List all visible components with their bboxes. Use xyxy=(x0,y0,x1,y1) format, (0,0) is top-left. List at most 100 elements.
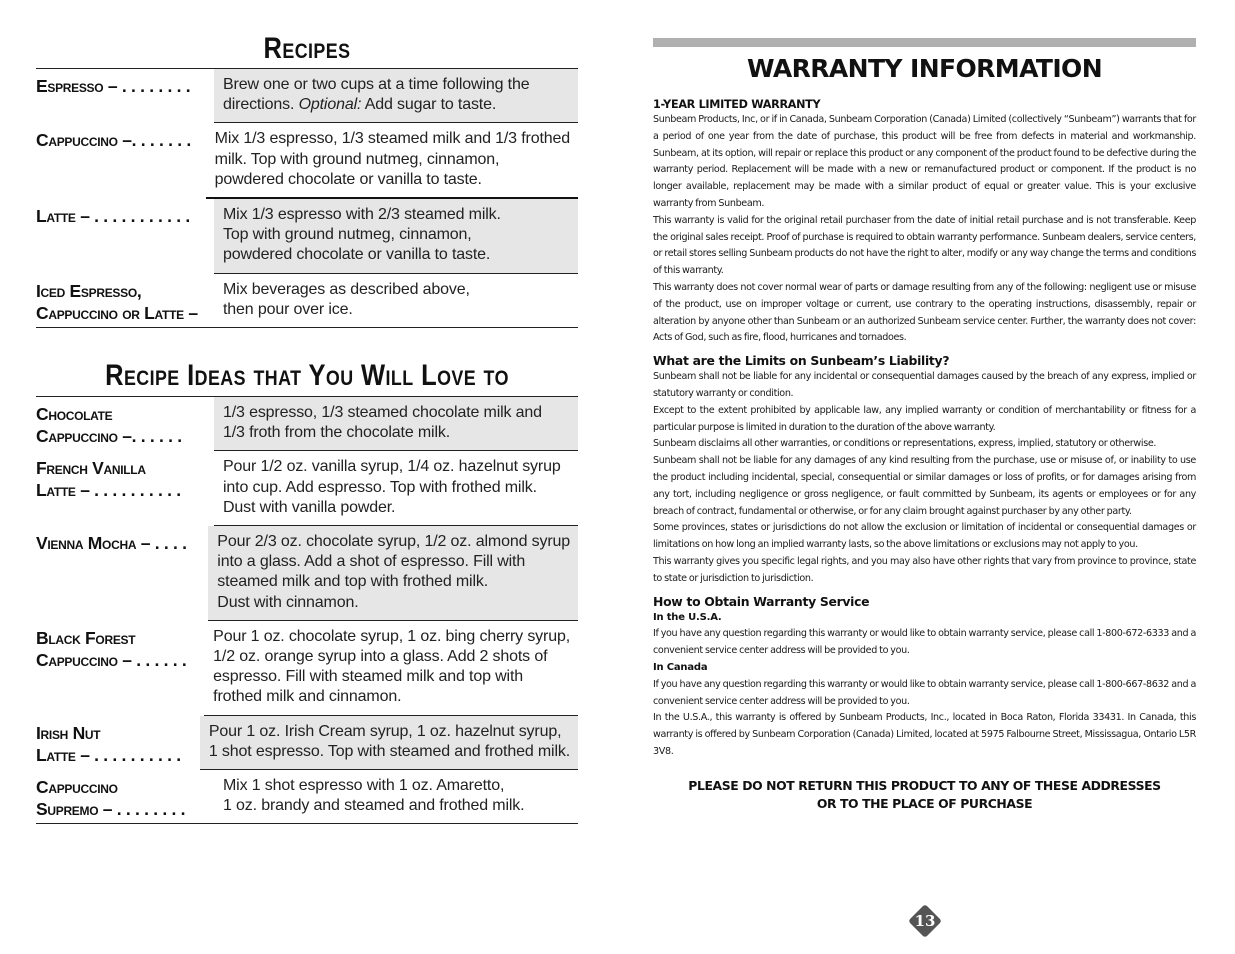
recipe-description: Pour 1 oz. chocolate syrup, 1 oz. bing c… xyxy=(204,621,578,716)
recipe-description-line: Pour 1 oz. Irish Cream syrup, 1 oz. haze… xyxy=(208,722,562,740)
recipes-table: Espresso – . . . . . . . . Brew one or tw… xyxy=(36,68,578,329)
recipe-description-line: Pour 2/3 oz. chocolate syrup, 1/2 oz. al… xyxy=(217,533,570,551)
recipe-description-line: Mix 1/3 espresso, 1/3 steamed milk and 1… xyxy=(214,130,571,148)
recipe-ideas-table: Chocolate Cappuccino –. . . . . . 1/3 espr… xyxy=(36,396,578,825)
recipe-name-line: Chocolate xyxy=(36,404,113,425)
recipe-row: Espresso – . . . . . . . . Brew one or tw… xyxy=(36,69,578,124)
recipe-description-line: Top with ground nutmeg, cinnamon, xyxy=(223,226,472,244)
recipe-description: 1/3 espresso, 1/3 steamed chocolate milk… xyxy=(214,397,578,452)
recipe-name: Vienna Mocha – . . . . xyxy=(36,526,208,621)
recipe-name-line: Black Forest xyxy=(36,627,136,648)
recipe-description-line: Pour 1/2 oz. vanilla syrup, 1/4 oz. haze… xyxy=(223,458,561,476)
recipe-description-line: 1 shot espresso. Top with steamed and fr… xyxy=(208,742,570,760)
liability-heading: What are the Limits on Sunbeam’s Liabili… xyxy=(653,353,950,369)
recipe-name-line: Latte – . . . . . . . . . . xyxy=(36,744,181,765)
return-notice: PLEASE DO NOT RETURN THIS PRODUCT TO ANY… xyxy=(653,777,1196,813)
recipe-description: Mix 1/3 espresso with 2/3 steamed milk. T… xyxy=(214,199,578,274)
recipe-description-line: powdered chocolate or vanilla to taste. xyxy=(223,246,491,264)
recipe-description-line: Mix 1/3 espresso with 2/3 steamed milk. xyxy=(223,206,501,224)
recipe-row: Black Forest Cappuccino – . . . . . . Pour… xyxy=(36,621,578,716)
recipe-description: Mix beverages as described above, then po… xyxy=(214,274,578,327)
warranty-paragraph: This warranty gives you specific legal r… xyxy=(653,555,1196,584)
recipe-description-line: Dust with cinnamon. xyxy=(217,593,359,611)
recipe-name: Chocolate Cappuccino –. . . . . . xyxy=(36,397,214,451)
recipe-description-line: steamed milk and top with frothed milk. xyxy=(217,573,489,591)
recipe-name: Iced Espresso, Cappuccino or Latte – xyxy=(36,274,214,327)
recipe-name-line: Cappuccino –. . . . . . xyxy=(36,426,182,447)
recipe-name: Cappuccino Supremo – . . . . . . . . xyxy=(36,770,214,823)
recipes-page: Recipes Espresso – . . . . . . . . Brew o… xyxy=(36,30,578,825)
recipe-name-line: French Vanilla xyxy=(36,458,146,479)
recipe-name: French Vanilla Latte – . . . . . . . . . … xyxy=(36,451,214,526)
recipe-description: Pour 1/2 oz. vanilla syrup, 1/4 oz. haze… xyxy=(214,451,578,527)
recipe-row: Cappuccino Supremo – . . . . . . . . Mix 1… xyxy=(36,770,578,825)
recipe-description-line: frothed milk and cinnamon. xyxy=(213,688,402,706)
limited-warranty-heading: 1-YEAR LIMITED WARRANTY xyxy=(653,98,821,111)
warranty-paragraph: Sunbeam Products, Inc, or if in Canada, … xyxy=(653,114,1196,209)
recipe-name: Cappuccino –. . . . . . . xyxy=(36,123,206,199)
recipe-name: Espresso – . . . . . . . . xyxy=(36,69,214,123)
recipes-title: Recipes xyxy=(263,32,351,65)
recipe-row: Vienna Mocha – . . . . Pour 2/3 oz. choco… xyxy=(36,526,578,621)
recipe-description-line: Dust with vanilla powder. xyxy=(223,498,396,516)
recipe-name: Black Forest Cappuccino – . . . . . . xyxy=(36,621,204,716)
warranty-title: WARRANTY INFORMATION xyxy=(746,54,1103,83)
recipe-row: Latte – . . . . . . . . . . . Mix 1/3 esp… xyxy=(36,199,578,274)
page-number-badge: 13 xyxy=(908,904,942,938)
recipe-name-line: Vienna Mocha – . . . . xyxy=(36,533,187,554)
recipe-name-line: Cappuccino xyxy=(36,777,118,798)
warranty-paragraph: Sunbeam shall not be liable for any dama… xyxy=(653,455,1196,517)
recipe-row: Irish Nut Latte – . . . . . . . . . . Pour… xyxy=(36,715,578,771)
canada-paragraph: If you have any question regarding this … xyxy=(653,678,1196,707)
recipe-description-line: 1 oz. brandy and steamed and frothed mil… xyxy=(223,797,525,815)
recipe-name: Latte – . . . . . . . . . . . xyxy=(36,199,214,274)
recipe-description-line: milk. Top with ground nutmeg, cinnamon, xyxy=(214,150,500,168)
recipe-description-line: 1/3 espresso, 1/3 steamed chocolate milk… xyxy=(223,404,542,422)
recipe-description-line: Brew one or two cups at a time following… xyxy=(223,76,530,93)
return-notice-line: PLEASE DO NOT RETURN THIS PRODUCT TO ANY… xyxy=(688,777,1161,793)
usa-paragraph: If you have any question regarding this … xyxy=(653,628,1196,657)
recipe-description-line: Mix 1 shot espresso with 1 oz. Amaretto, xyxy=(223,777,505,795)
offered-by-paragraph: In the U.S.A., this warranty is offered … xyxy=(653,712,1196,757)
warranty-paragraph: Sunbeam shall not be liable for any inci… xyxy=(653,371,1196,399)
recipe-name-line: Cappuccino – . . . . . . xyxy=(36,649,187,670)
recipe-row: Chocolate Cappuccino –. . . . . . 1/3 espr… xyxy=(36,397,578,452)
recipe-description: Mix 1 shot espresso with 1 oz. Amaretto,… xyxy=(214,770,578,823)
warranty-page: WARRANTY INFORMATION 1-YEAR LIMITED WARR… xyxy=(653,38,1196,813)
limited-warranty-body: Sunbeam Products, Inc, or if in Canada, … xyxy=(653,112,1196,347)
recipe-description: Pour 2/3 oz. chocolate syrup, 1/2 oz. al… xyxy=(208,526,578,621)
recipe-description-line: powdered chocolate or vanilla to taste. xyxy=(214,170,482,188)
return-notice-line: OR TO THE PLACE OF PURCHASE xyxy=(816,795,1033,811)
canada-heading: In Canada xyxy=(653,661,708,673)
recipe-name-line: Latte – . . . . . . . . . . . xyxy=(36,206,190,227)
recipe-name-line: Latte – . . . . . . . . . . xyxy=(36,480,181,501)
warranty-paragraph: Sunbeam disclaims all other warranties, … xyxy=(653,438,1157,450)
recipe-description-line: espresso. Fill with steamed milk and top… xyxy=(213,668,523,686)
warranty-paragraph: Some provinces, states or jurisdictions … xyxy=(653,522,1196,551)
recipe-description: Mix 1/3 espresso, 1/3 steamed milk and 1… xyxy=(205,123,578,200)
recipe-name-line: Iced Espresso, xyxy=(36,280,142,301)
recipe-name-line: Irish Nut xyxy=(36,722,101,743)
recipe-description-line: 1/3 froth from the chocolate milk. xyxy=(223,424,451,442)
recipe-description: Pour 1 oz. Irish Cream syrup, 1 oz. haze… xyxy=(199,715,578,771)
recipe-name-line: Espresso – . . . . . . . . xyxy=(36,76,191,96)
header-bar xyxy=(653,38,1196,47)
warranty-paragraph: This warranty does not cover normal wear… xyxy=(653,281,1196,344)
recipe-description-line: 1/2 oz. orange syrup into a glass. Add 2… xyxy=(213,648,548,666)
warranty-paragraph: This warranty is valid for the original … xyxy=(653,214,1196,277)
recipe-name-line: Cappuccino or Latte – xyxy=(36,302,198,323)
page-number: 13 xyxy=(914,912,936,930)
service-heading: How to Obtain Warranty Service xyxy=(653,593,870,609)
recipe-description-line: directions. Optional: Add sugar to taste… xyxy=(223,96,497,114)
recipe-name: Irish Nut Latte – . . . . . . . . . . xyxy=(36,716,200,770)
recipe-description-line: Pour 1 oz. chocolate syrup, 1 oz. bing c… xyxy=(213,627,570,645)
recipe-ideas-title: Recipe Ideas that You Will Love to Try! xyxy=(105,359,509,432)
recipe-description: Brew one or two cups at a time following… xyxy=(214,69,578,124)
usa-heading: In the U.S.A. xyxy=(653,611,722,623)
recipe-row: French Vanilla Latte – . . . . . . . . . … xyxy=(36,451,578,527)
recipe-description-line: Mix beverages as described above, xyxy=(223,280,470,298)
recipe-row: Iced Espresso, Cappuccino or Latte – Mix b… xyxy=(36,274,578,329)
recipe-description-line: then pour over ice. xyxy=(223,300,353,318)
liability-body: Sunbeam shall not be liable for any inci… xyxy=(653,369,1196,587)
recipe-row: Cappuccino –. . . . . . . Mix 1/3 espress… xyxy=(36,123,578,200)
